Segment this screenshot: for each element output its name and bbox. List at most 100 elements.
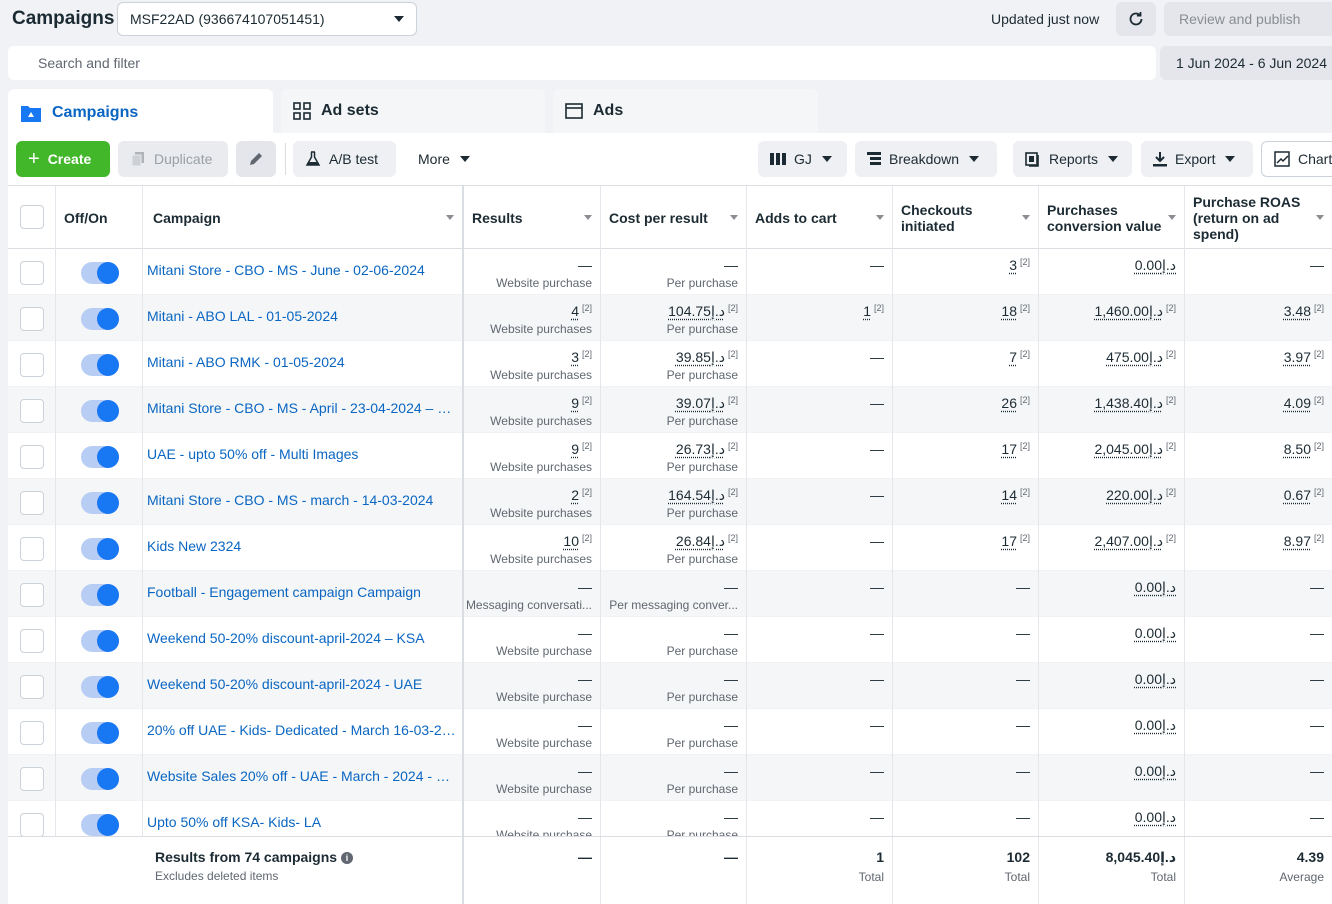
purchases-value[interactable]: 0.00د.إ <box>1135 717 1176 734</box>
results-value[interactable]: 10 [2] <box>563 533 592 549</box>
campaign-name-link[interactable]: Mitani Store - CBO - MS - march - 14-03-… <box>147 492 459 508</box>
duplicate-button[interactable]: Duplicate <box>118 141 228 177</box>
edit-button[interactable] <box>236 141 276 177</box>
table-row[interactable]: Mitani - ABO LAL - 01-05-2024 4 [2] Website… <box>8 295 1332 341</box>
chart-button[interactable]: Chart <box>1261 141 1332 177</box>
cost-value[interactable]: 26.84د.إ [2] <box>676 533 738 550</box>
row-checkbox[interactable] <box>20 629 44 653</box>
cost-value[interactable]: 26.73د.إ [2] <box>676 441 738 458</box>
reports-button[interactable]: Reports <box>1013 141 1132 177</box>
roas-value[interactable]: 3.97 [2] <box>1284 349 1324 365</box>
campaign-name-link[interactable]: Mitani Store - CBO - MS - April - 23-04-… <box>147 400 459 416</box>
table-row[interactable]: Website Sales 20% off - UAE - March - 20… <box>8 755 1332 801</box>
checkouts-value[interactable]: 7 [2] <box>1009 349 1030 365</box>
campaign-toggle[interactable] <box>81 584 119 606</box>
results-value[interactable]: 3 [2] <box>571 349 592 365</box>
row-checkbox[interactable] <box>20 399 44 423</box>
row-checkbox[interactable] <box>20 583 44 607</box>
row-checkbox[interactable] <box>20 675 44 699</box>
checkouts-value[interactable]: 3 [2] <box>1009 257 1030 273</box>
column-purchases-value[interactable]: Purchases conversion value <box>1039 186 1185 249</box>
checkouts-value[interactable]: 26 [2] <box>1001 395 1030 411</box>
table-row[interactable]: Kids New 2324 10 [2] Website purchases 26.84… <box>8 525 1332 571</box>
cost-value[interactable]: 104.75د.إ [2] <box>668 303 738 320</box>
campaign-name-link[interactable]: Mitani - ABO LAL - 01-05-2024 <box>147 308 459 324</box>
tab-ad-sets[interactable]: Ad sets <box>281 89 545 133</box>
purchases-value[interactable]: 0.00د.إ <box>1135 763 1176 780</box>
results-value[interactable]: 9 [2] <box>571 441 592 457</box>
purchases-value[interactable]: 2,045.00د.إ [2] <box>1094 441 1176 458</box>
column-results[interactable]: Results <box>464 186 601 249</box>
row-checkbox[interactable] <box>20 307 44 331</box>
campaign-name-link[interactable]: Weekend 50-20% discount-april-2024 - UAE <box>147 676 459 692</box>
date-range-picker[interactable]: 1 Jun 2024 - 6 Jun 2024 <box>1160 46 1332 80</box>
checkouts-value[interactable]: 18 [2] <box>1001 303 1030 319</box>
roas-value[interactable]: 0.67 [2] <box>1284 487 1324 503</box>
table-row[interactable]: Mitani - ABO RMK - 01-05-2024 3 [2] Website… <box>8 341 1332 387</box>
search-input[interactable]: Search and filter <box>8 46 1156 80</box>
row-checkbox[interactable] <box>20 261 44 285</box>
campaign-name-link[interactable]: Kids New 2324 <box>147 538 459 554</box>
results-value[interactable]: 9 [2] <box>571 395 592 411</box>
table-row[interactable]: Mitani Store - CBO - MS - march - 14-03-… <box>8 479 1332 525</box>
campaign-name-link[interactable]: 20% off UAE - Kids- Dedicated - March 16… <box>147 722 459 738</box>
campaign-toggle[interactable] <box>81 446 119 468</box>
table-row[interactable]: Football - Engagement campaign Campaign —… <box>8 571 1332 617</box>
table-row[interactable]: Mitani Store - CBO - MS - June - 02-06-2… <box>8 249 1332 295</box>
roas-value[interactable]: 8.50 [2] <box>1284 441 1324 457</box>
column-adds-to-cart[interactable]: Adds to cart <box>747 186 893 249</box>
campaign-toggle[interactable] <box>81 722 119 744</box>
campaign-toggle[interactable] <box>81 538 119 560</box>
results-value[interactable]: 4 [2] <box>571 303 592 319</box>
roas-value[interactable]: 3.48 [2] <box>1284 303 1324 319</box>
checkouts-value[interactable]: 17 [2] <box>1001 533 1030 549</box>
table-row[interactable]: 20% off UAE - Kids- Dedicated - March 16… <box>8 709 1332 755</box>
column-purchase-roas[interactable]: Purchase ROAS (return on ad spend) <box>1185 186 1332 249</box>
row-checkbox[interactable] <box>20 721 44 745</box>
row-checkbox[interactable] <box>20 445 44 469</box>
review-publish-button[interactable]: Review and publish <box>1164 2 1332 36</box>
table-row[interactable]: Weekend 50-20% discount-april-2024 – KSA… <box>8 617 1332 663</box>
select-all-checkbox[interactable] <box>20 205 44 229</box>
columns-button[interactable]: GJ <box>758 141 847 177</box>
info-icon[interactable]: i <box>341 852 354 864</box>
campaign-toggle[interactable] <box>81 262 119 284</box>
row-checkbox[interactable] <box>20 813 44 837</box>
campaign-toggle[interactable] <box>81 676 119 698</box>
column-checkouts[interactable]: Checkouts initiated <box>893 186 1039 249</box>
campaign-toggle[interactable] <box>81 630 119 652</box>
purchases-value[interactable]: 220.00د.إ [2] <box>1106 487 1176 504</box>
campaign-name-link[interactable]: Weekend 50-20% discount-april-2024 – KSA <box>147 630 459 646</box>
purchases-value[interactable]: 0.00د.إ <box>1135 809 1176 826</box>
purchases-value[interactable]: 0.00د.إ <box>1135 671 1176 688</box>
purchases-value[interactable]: 0.00د.إ <box>1135 257 1176 274</box>
campaign-name-link[interactable]: Mitani Store - CBO - MS - June - 02-06-2… <box>147 262 459 278</box>
table-row[interactable]: Weekend 50-20% discount-april-2024 - UAE… <box>8 663 1332 709</box>
campaign-name-link[interactable]: Mitani - ABO RMK - 01-05-2024 <box>147 354 459 370</box>
campaign-toggle[interactable] <box>81 354 119 376</box>
column-campaign[interactable]: Campaign <box>143 186 464 249</box>
ab-test-button[interactable]: A/B test <box>293 141 396 177</box>
campaign-toggle[interactable] <box>81 768 119 790</box>
campaign-toggle[interactable] <box>81 814 119 836</box>
tab-ads[interactable]: Ads <box>553 89 818 133</box>
adds-value[interactable]: 1 [2] <box>863 303 884 319</box>
purchases-value[interactable]: 1,438.40د.إ [2] <box>1094 395 1176 412</box>
cost-value[interactable]: 39.85د.إ [2] <box>676 349 738 366</box>
more-button[interactable]: More <box>406 141 480 177</box>
column-cost-per-result[interactable]: Cost per result <box>601 186 747 249</box>
purchases-value[interactable]: 0.00د.إ <box>1135 579 1176 596</box>
purchases-value[interactable]: 475.00د.إ [2] <box>1106 349 1176 366</box>
results-value[interactable]: 2 [2] <box>571 487 592 503</box>
table-row[interactable]: Mitani Store - CBO - MS - April - 23-04-… <box>8 387 1332 433</box>
roas-value[interactable]: 8.97 [2] <box>1284 533 1324 549</box>
campaign-name-link[interactable]: Football - Engagement campaign Campaign <box>147 584 459 600</box>
cost-value[interactable]: 39.07د.إ [2] <box>676 395 738 412</box>
campaign-toggle[interactable] <box>81 492 119 514</box>
purchases-value[interactable]: 0.00د.إ <box>1135 625 1176 642</box>
campaign-name-link[interactable]: UAE - upto 50% off - Multi Images <box>147 446 459 462</box>
checkouts-value[interactable]: 14 [2] <box>1001 487 1030 503</box>
campaign-name-link[interactable]: Upto 50% off KSA- Kids- LA <box>147 814 459 830</box>
campaign-toggle[interactable] <box>81 308 119 330</box>
purchases-value[interactable]: 2,407.00د.إ [2] <box>1094 533 1176 550</box>
